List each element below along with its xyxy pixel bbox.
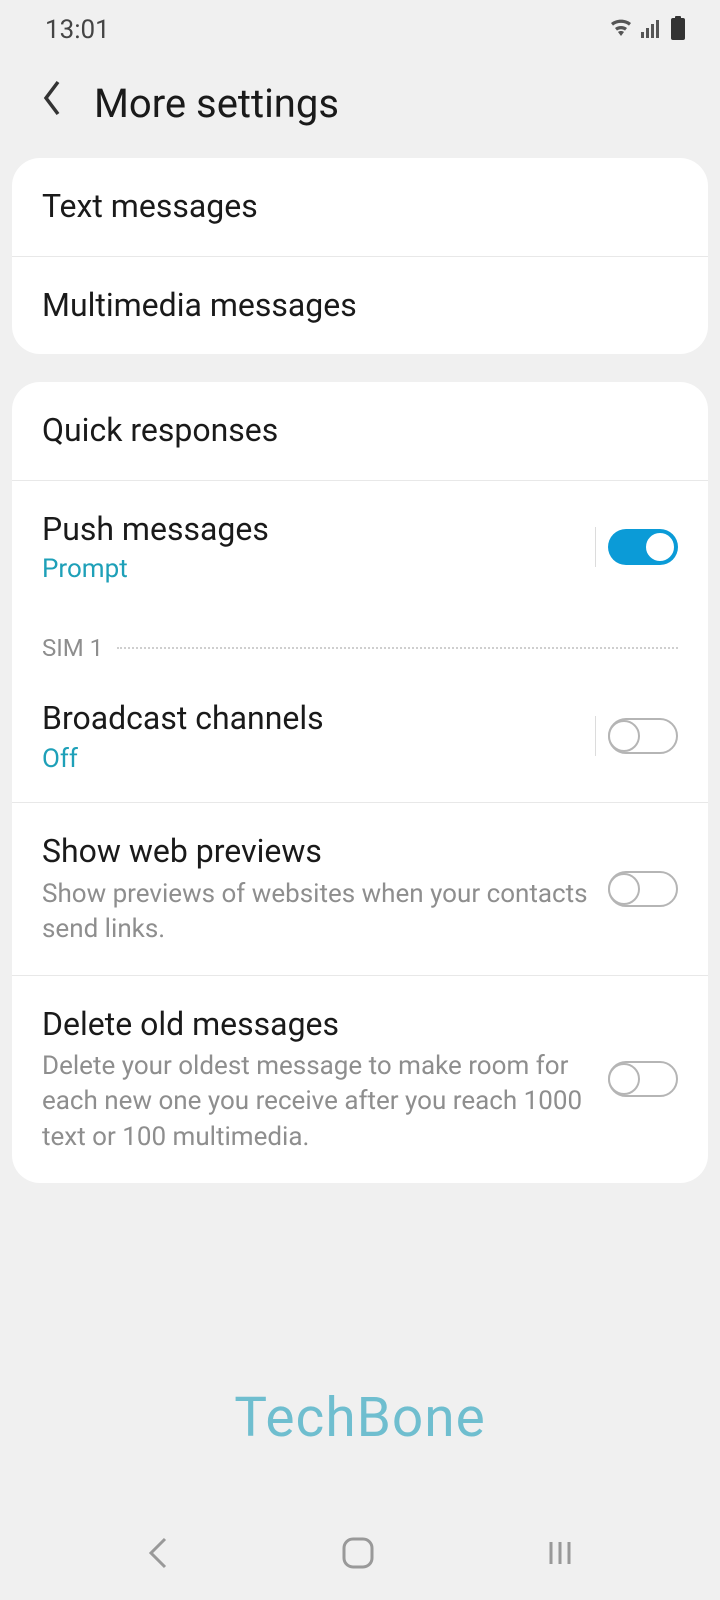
push-messages-item[interactable]: Push messages Prompt [12,481,708,613]
settings-group-1: Text messages Multimedia messages [12,158,708,354]
delete-old-messages-toggle[interactable] [608,1061,678,1097]
show-web-previews-item[interactable]: Show web previews Show previews of websi… [12,803,708,976]
page-title: More settings [94,80,339,127]
battery-icon [671,16,685,44]
delete-old-messages-description: Delete your oldest message to make room … [42,1049,608,1154]
quick-responses-item[interactable]: Quick responses [12,382,708,481]
status-bar: 13:01 [0,0,720,60]
toggle-separator [595,527,596,567]
nav-recents-icon[interactable] [545,1538,575,1572]
push-messages-label: Push messages [42,509,595,551]
status-icons [609,16,685,44]
text-messages-label: Text messages [42,186,678,228]
header: More settings [0,60,720,158]
sim-label-text: SIM 1 [42,634,103,662]
status-time: 13:01 [45,15,110,45]
toggle-separator [595,716,596,756]
show-web-previews-toggle[interactable] [608,871,678,907]
sim-section-label: SIM 1 [12,612,708,670]
delete-old-messages-item[interactable]: Delete old messages Delete your oldest m… [12,976,708,1183]
show-web-previews-label: Show web previews [42,831,608,873]
nav-home-icon[interactable] [341,1536,375,1574]
settings-group-2: Quick responses Push messages Prompt SIM… [12,382,708,1182]
broadcast-channels-subtitle: Off [42,744,595,774]
wifi-icon [609,18,633,42]
nav-back-icon[interactable] [145,1535,171,1575]
signal-icon [641,18,663,42]
show-web-previews-description: Show previews of websites when your cont… [42,877,608,947]
watermark: TechBone [0,1386,720,1450]
nav-bar [0,1510,720,1600]
delete-old-messages-label: Delete old messages [42,1004,608,1046]
broadcast-channels-item[interactable]: Broadcast channels Off [12,670,708,803]
push-messages-subtitle: Prompt [42,554,595,584]
back-icon[interactable] [40,78,64,128]
multimedia-messages-item[interactable]: Multimedia messages [12,257,708,355]
push-messages-toggle[interactable] [608,529,678,565]
quick-responses-label: Quick responses [42,410,678,452]
multimedia-messages-label: Multimedia messages [42,285,678,327]
dotted-divider [117,647,678,649]
text-messages-item[interactable]: Text messages [12,158,708,257]
broadcast-channels-toggle[interactable] [608,718,678,754]
broadcast-channels-label: Broadcast channels [42,698,595,740]
